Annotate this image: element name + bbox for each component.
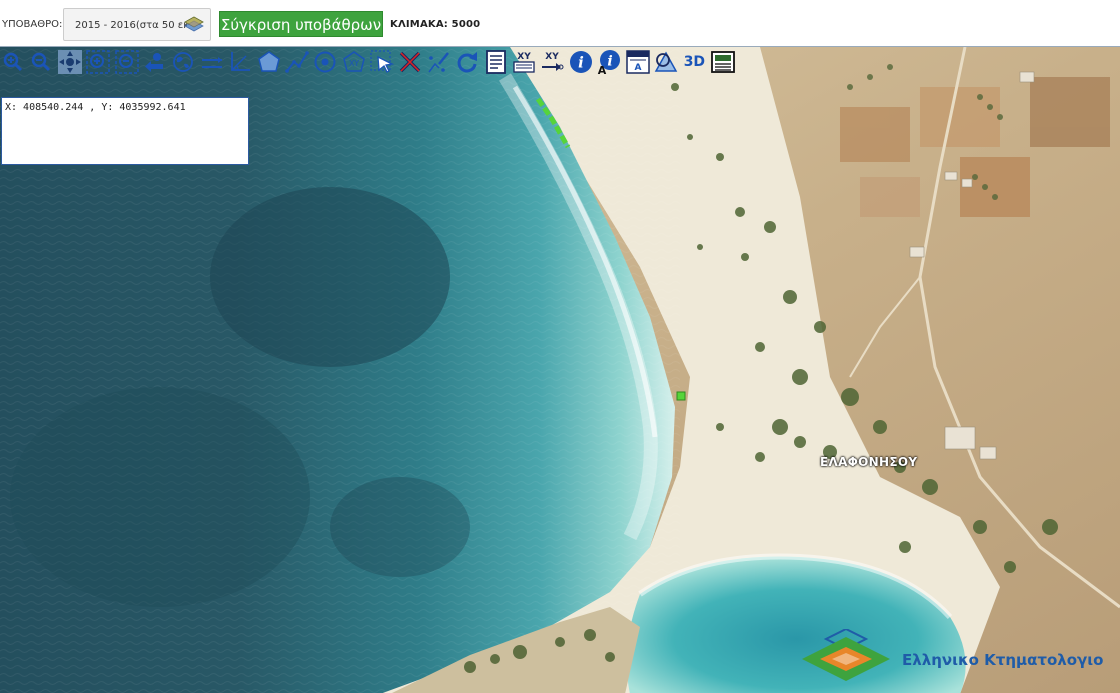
xy-label: XY — [546, 52, 560, 62]
zoom-out-icon[interactable] — [29, 50, 53, 74]
layers-icon — [184, 15, 204, 33]
pan-icon[interactable] — [57, 50, 82, 74]
xy-label: XY — [349, 59, 359, 68]
cadastre-logo-text: Ελληνικο Κτηματολογιο — [902, 651, 1104, 669]
measure-angle-icon[interactable] — [228, 50, 252, 74]
basemap-select[interactable]: 2015 - 2016(στα 50 εκ) — [63, 8, 211, 41]
map-toolbar: XY XY XY i iA A 3D — [0, 47, 739, 77]
identify-area-icon[interactable] — [654, 50, 678, 74]
select-icon[interactable] — [370, 50, 395, 74]
text-layer-icon[interactable]: A — [625, 50, 650, 74]
edit-point-icon[interactable] — [427, 50, 451, 74]
basemap-select-value: 2015 - 2016(στα 50 εκ) — [75, 20, 187, 31]
refresh-icon[interactable] — [455, 50, 479, 74]
info-letter: i — [608, 54, 613, 70]
top-bar: ΥΠΟΒΑΘΡΟ: 2015 - 2016(στα 50 εκ) Σύγκρισ… — [0, 0, 1120, 46]
draw-circle-icon[interactable] — [313, 50, 337, 74]
basemap-label: ΥΠΟΒΑΘΡΟ: — [2, 19, 63, 30]
text-letter: A — [598, 64, 607, 74]
text-letter: A — [634, 63, 641, 73]
compare-basemaps-button[interactable]: Σύγκριση υποβάθρων — [219, 11, 383, 37]
draw-polygon-icon[interactable]: XY — [342, 50, 366, 74]
info-letter: i — [578, 54, 584, 72]
3d-view-icon[interactable]: 3D — [682, 50, 706, 74]
3d-label: 3D — [683, 54, 706, 70]
coordinate-readout: X: 408540.244 , Y: 4035992.641 — [1, 97, 249, 165]
hellenic-cadastre-logo: Ελληνικο Κτηματολογιο — [798, 627, 1120, 691]
xy-goto-icon[interactable]: XY — [540, 50, 564, 74]
map-view[interactable]: XY XY XY i iA A 3D X: 408540.244 , Y: 40… — [0, 46, 1120, 693]
clear-icon[interactable] — [398, 50, 422, 74]
place-label: ΕΛΑΦΟΝΗΣΟΥ — [820, 455, 918, 469]
zoom-in-icon[interactable] — [1, 50, 25, 74]
measure-area-icon[interactable] — [257, 50, 281, 74]
document-icon[interactable] — [484, 50, 508, 74]
coordinate-text: X: 408540.244 , Y: 4035992.641 — [5, 102, 186, 113]
info-text-icon[interactable]: iA — [597, 50, 621, 74]
scale-label: ΚΛΙΜΑΚΑ: 5000 — [390, 19, 481, 30]
print-icon[interactable] — [710, 50, 735, 74]
xy-label: XY — [517, 52, 531, 62]
xy-list-icon[interactable]: XY — [512, 50, 536, 74]
full-extent-icon[interactable] — [171, 50, 195, 74]
cadastre-logo-icon — [802, 627, 890, 681]
draw-line-icon[interactable] — [285, 50, 309, 74]
previous-extent-icon[interactable] — [143, 50, 167, 74]
info-icon[interactable]: i — [569, 50, 593, 74]
zoom-box-in-icon[interactable] — [86, 50, 110, 74]
zoom-box-out-icon[interactable] — [114, 50, 139, 74]
measure-distance-icon[interactable] — [200, 50, 224, 74]
